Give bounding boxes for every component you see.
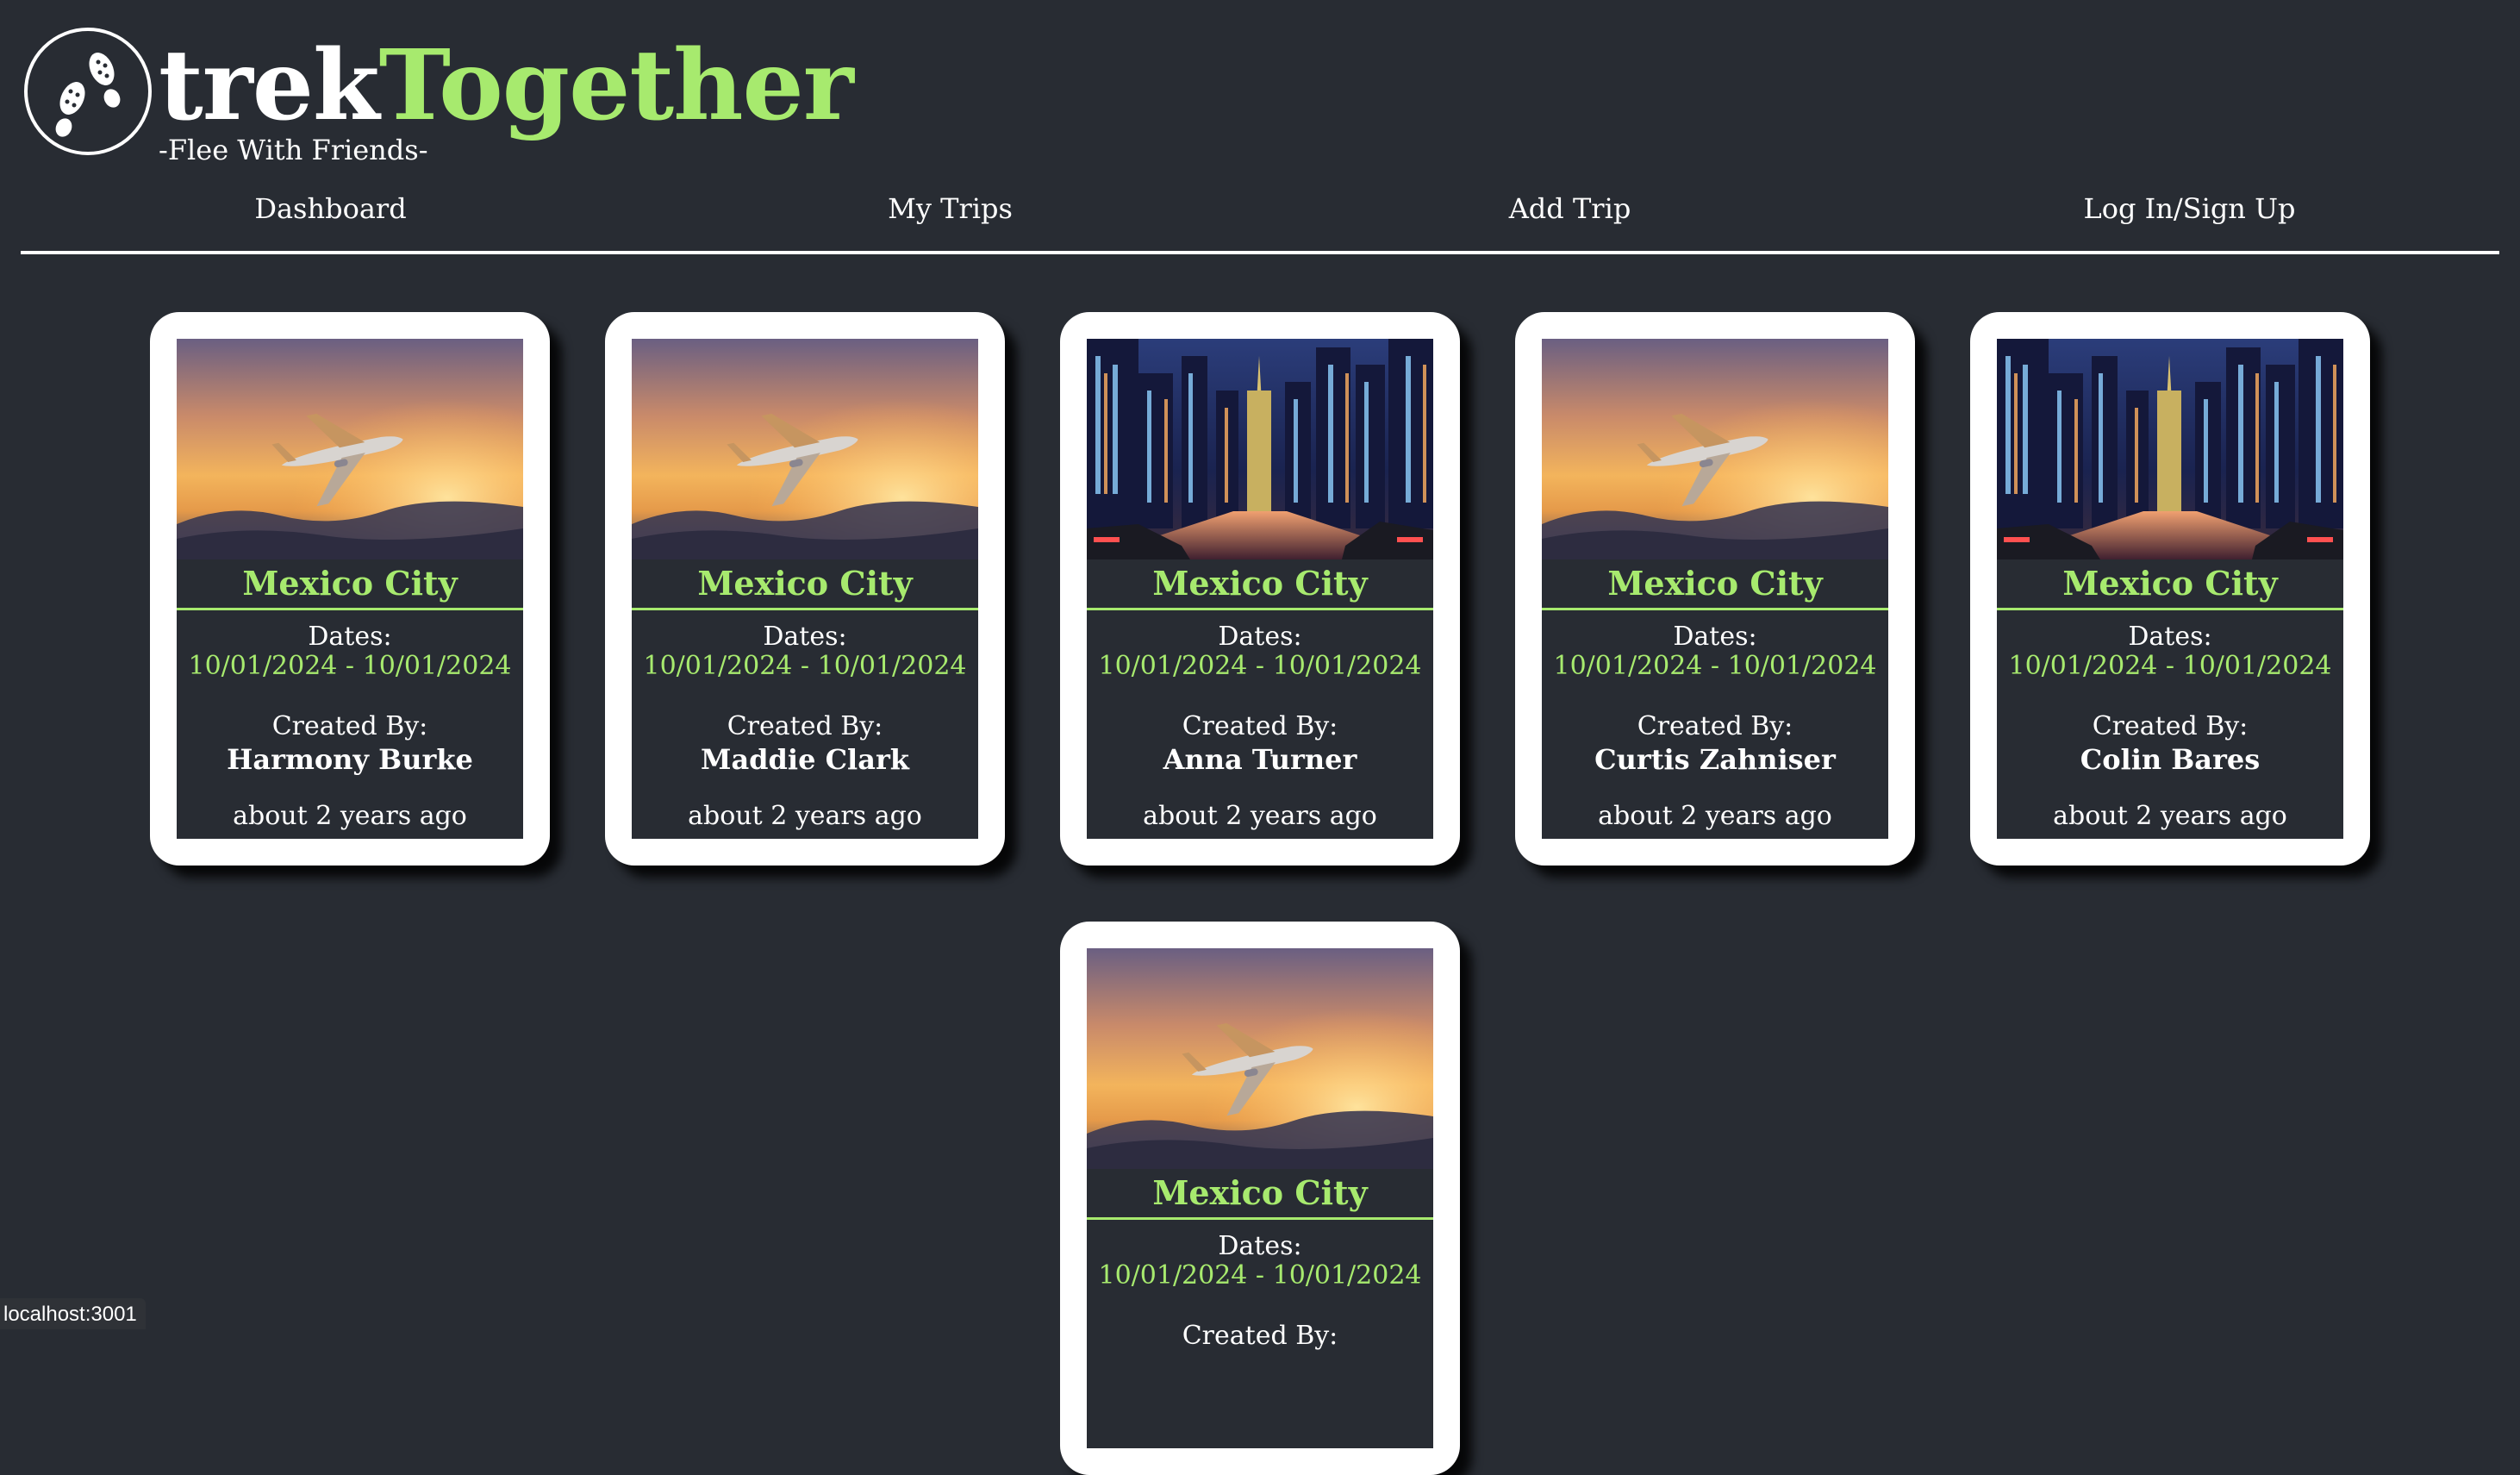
trip-card[interactable]: Mexico City Dates: 10/01/2024 - 10/01/20… <box>605 312 1005 866</box>
trip-dates: 10/01/2024 - 10/01/2024 <box>188 651 512 681</box>
created-by-label: Created By: <box>1637 711 1793 741</box>
trip-creator: Curtis Zahniser <box>1594 743 1836 776</box>
trip-creator: Anna Turner <box>1163 743 1357 776</box>
trip-creator: Harmony Burke <box>227 743 473 776</box>
trip-destination: Mexico City <box>1152 1173 1368 1212</box>
status-url: localhost:3001 <box>0 1298 146 1329</box>
trip-created-time: about 2 years ago <box>1143 801 1377 831</box>
created-by-label: Created By: <box>1182 1321 1338 1351</box>
trip-created-time: about 2 years ago <box>1598 801 1832 831</box>
trip-destination: Mexico City <box>1152 564 1368 603</box>
dates-label: Dates: <box>1218 622 1302 652</box>
site-header: trekTogether -Flee With Friends- Dashboa… <box>0 0 2520 255</box>
trip-card[interactable]: Mexico City Dates: 10/01/2024 - 10/01/20… <box>150 312 550 866</box>
card-divider <box>177 608 523 610</box>
trip-dates: 10/01/2024 - 10/01/2024 <box>1098 651 1422 681</box>
created-by-label: Created By: <box>2092 711 2249 741</box>
trip-destination: Mexico City <box>1607 564 1823 603</box>
trip-card[interactable]: Mexico City Dates: 10/01/2024 - 10/01/20… <box>1060 922 1460 1475</box>
nav-login-signup[interactable]: Log In/Sign Up <box>1880 183 2499 247</box>
trip-destination: Mexico City <box>242 564 458 603</box>
brand-part-trek: trek <box>159 29 380 142</box>
header-divider <box>21 251 2499 254</box>
trip-dates: 10/01/2024 - 10/01/2024 <box>2008 651 2332 681</box>
trip-creator: Maddie Clark <box>701 743 909 776</box>
dates-label: Dates: <box>308 622 392 652</box>
trip-card-body: Mexico City Dates: 10/01/2024 - 10/01/20… <box>1087 948 1433 1448</box>
card-divider <box>1087 1217 1433 1220</box>
trip-dates: 10/01/2024 - 10/01/2024 <box>1553 651 1877 681</box>
dates-label: Dates: <box>763 622 847 652</box>
dates-label: Dates: <box>1673 622 1757 652</box>
trip-destination: Mexico City <box>697 564 913 603</box>
city-night-image <box>1087 339 1433 559</box>
trip-creator: Colin Bares <box>2080 743 2261 776</box>
brand-part-together: Together <box>378 29 854 142</box>
created-by-label: Created By: <box>727 711 883 741</box>
footprints-icon[interactable] <box>24 28 152 155</box>
trip-created-time: about 2 years ago <box>233 801 467 831</box>
trip-card-body: Mexico City Dates: 10/01/2024 - 10/01/20… <box>177 339 523 839</box>
dates-label: Dates: <box>2128 622 2212 652</box>
trip-dates: 10/01/2024 - 10/01/2024 <box>1098 1260 1422 1291</box>
trip-card[interactable]: Mexico City Dates: 10/01/2024 - 10/01/20… <box>1970 312 2370 866</box>
airplane-sunset-image <box>632 339 978 559</box>
card-divider <box>1087 608 1433 610</box>
trip-created-time: about 2 years ago <box>2053 801 2287 831</box>
airplane-sunset-image <box>177 339 523 559</box>
trip-created-time: about 2 years ago <box>688 801 922 831</box>
brand-title[interactable]: trekTogether <box>159 26 854 147</box>
trip-card-body: Mexico City Dates: 10/01/2024 - 10/01/20… <box>1087 339 1433 839</box>
trip-dates: 10/01/2024 - 10/01/2024 <box>643 651 967 681</box>
nav-my-trips[interactable]: My Trips <box>640 183 1260 247</box>
created-by-label: Created By: <box>271 711 428 741</box>
created-by-label: Created By: <box>1182 711 1338 741</box>
card-divider <box>632 608 978 610</box>
airplane-sunset-image <box>1542 339 1888 559</box>
nav-add-trip[interactable]: Add Trip <box>1260 183 1880 247</box>
city-night-image <box>1997 339 2343 559</box>
trip-card-body: Mexico City Dates: 10/01/2024 - 10/01/20… <box>1542 339 1888 839</box>
brand-tagline: -Flee With Friends- <box>159 134 428 166</box>
trip-card-body: Mexico City Dates: 10/01/2024 - 10/01/20… <box>1997 339 2343 839</box>
dates-label: Dates: <box>1218 1231 1302 1261</box>
trip-card[interactable]: Mexico City Dates: 10/01/2024 - 10/01/20… <box>1515 312 1915 866</box>
main-nav: Dashboard My Trips Add Trip Log In/Sign … <box>21 183 2499 247</box>
airplane-sunset-image <box>1087 948 1433 1169</box>
nav-dashboard[interactable]: Dashboard <box>21 183 640 247</box>
card-divider <box>1997 608 2343 610</box>
trip-destination: Mexico City <box>2062 564 2278 603</box>
card-divider <box>1542 608 1888 610</box>
trip-card-body: Mexico City Dates: 10/01/2024 - 10/01/20… <box>632 339 978 839</box>
trip-card[interactable]: Mexico City Dates: 10/01/2024 - 10/01/20… <box>1060 312 1460 866</box>
